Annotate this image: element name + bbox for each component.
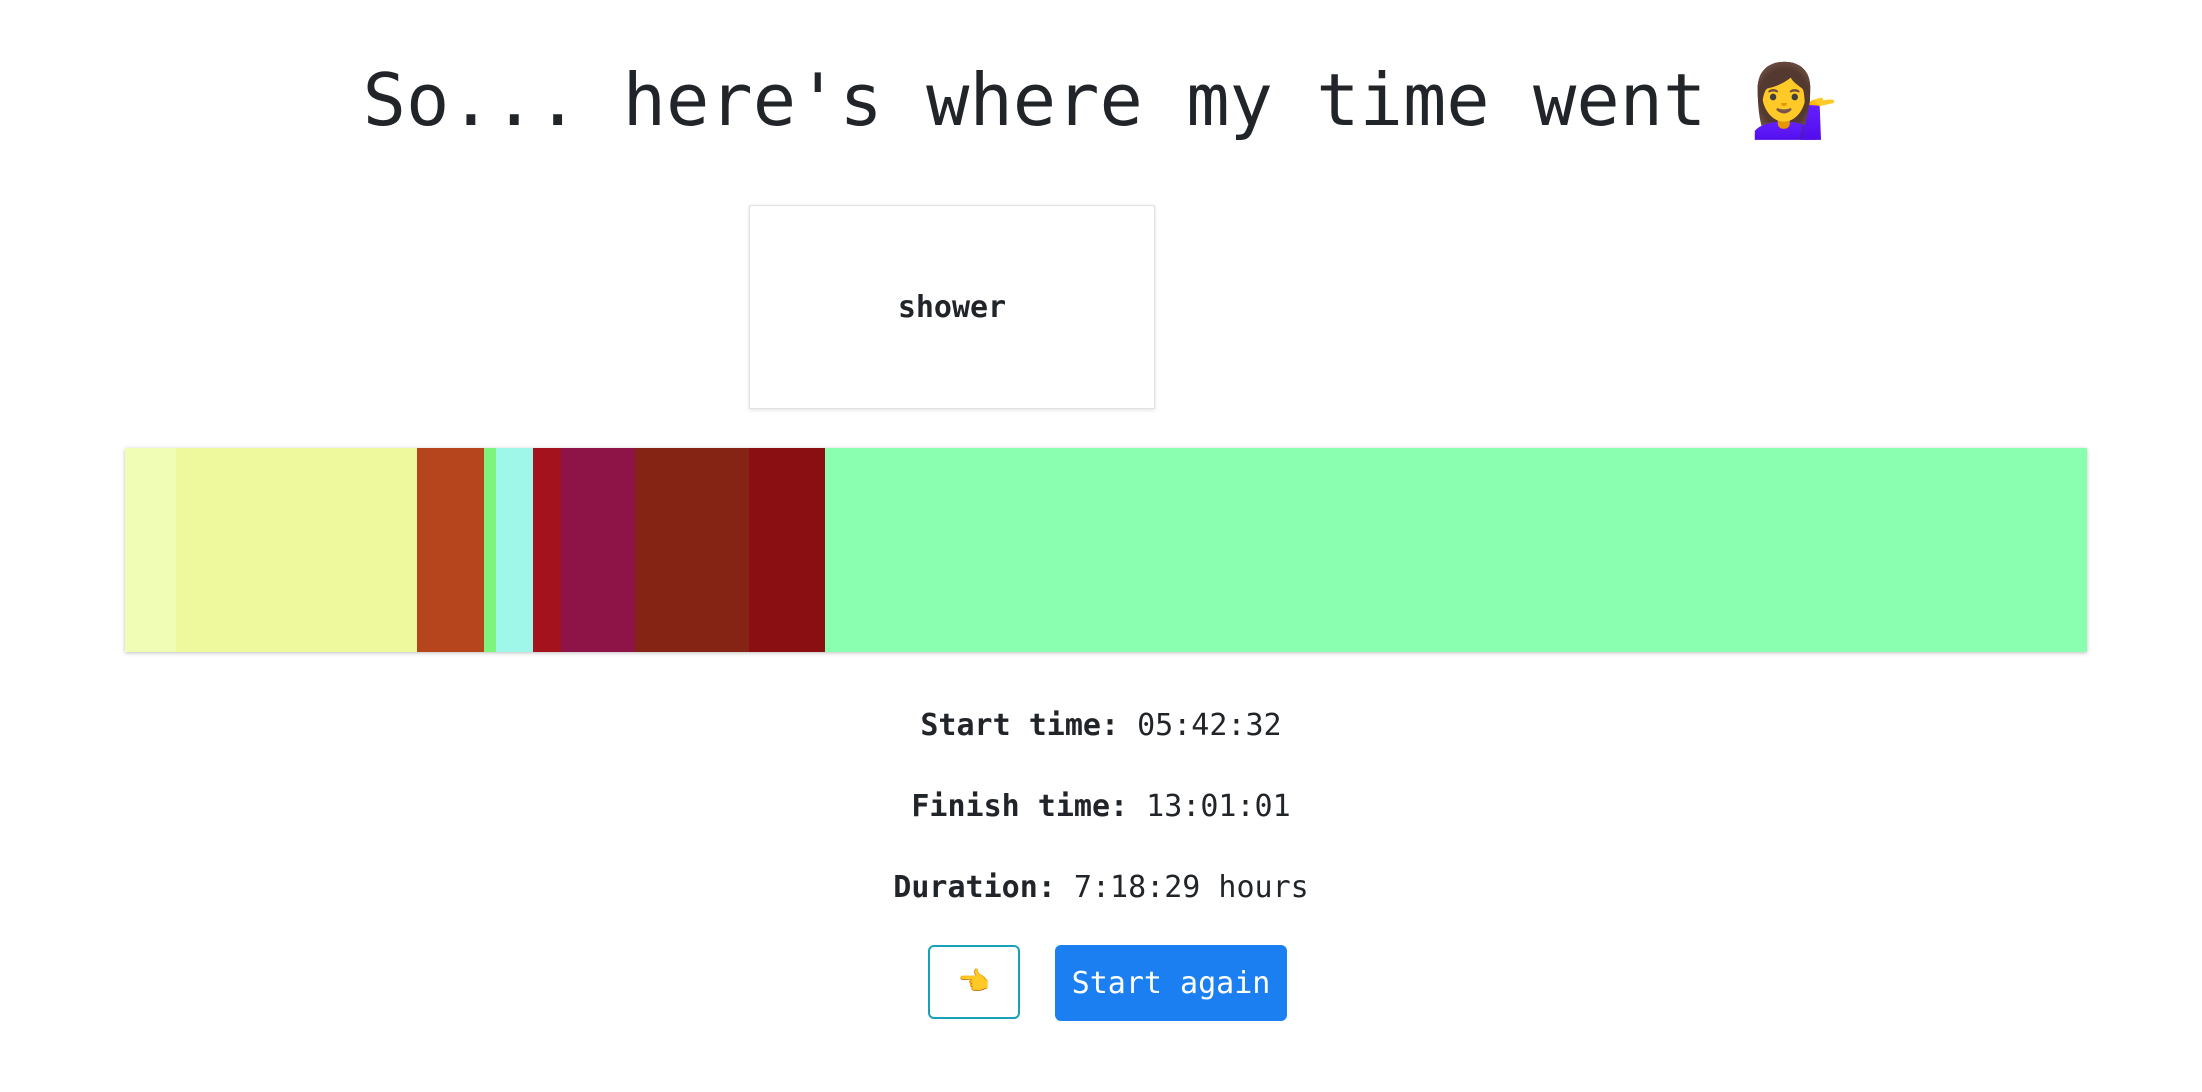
- timeline-segment[interactable]: [125, 448, 176, 652]
- duration-value: 7:18:29 hours: [1073, 870, 1309, 905]
- duration-row: Duration: 7:18:29 hours: [0, 868, 2202, 908]
- timeline-segment[interactable]: [560, 448, 636, 652]
- start-time-label: Start time:: [920, 708, 1120, 743]
- timeline-segment[interactable]: [533, 448, 561, 652]
- timeline-segment[interactable]: [176, 448, 418, 652]
- finish-time-row: Finish time: 13:01:01: [0, 787, 2202, 827]
- timeline-segment[interactable]: [417, 448, 485, 652]
- back-button[interactable]: 👈: [928, 945, 1020, 1019]
- start-again-button[interactable]: Start again: [1055, 945, 1287, 1021]
- timeline-segment[interactable]: [635, 448, 749, 652]
- start-time-value: 05:42:32: [1137, 708, 1282, 743]
- finish-time-label: Finish time:: [911, 789, 1129, 824]
- timeline-segment[interactable]: [825, 448, 2087, 652]
- finish-time-value: 13:01:01: [1146, 789, 1291, 824]
- woman-tipping-hand-icon: 💁‍♀️: [1749, 58, 1840, 142]
- timeline-segment[interactable]: [484, 448, 496, 652]
- timeline-segment[interactable]: [748, 448, 826, 652]
- pointing-left-hand-icon: 👈: [957, 967, 991, 997]
- page-title-text: So... here's where my time went: [362, 58, 1707, 142]
- timeline-segment[interactable]: [495, 448, 534, 652]
- start-time-row: Start time: 05:42:32: [0, 706, 2202, 746]
- page-title: So... here's where my time went 💁‍♀️: [0, 52, 2202, 148]
- duration-label: Duration:: [893, 870, 1056, 905]
- activity-tooltip-card: shower: [749, 205, 1155, 409]
- start-again-label: Start again: [1071, 965, 1271, 1001]
- activity-tooltip-label: shower: [897, 289, 1007, 325]
- time-timeline-bar: [125, 448, 2087, 652]
